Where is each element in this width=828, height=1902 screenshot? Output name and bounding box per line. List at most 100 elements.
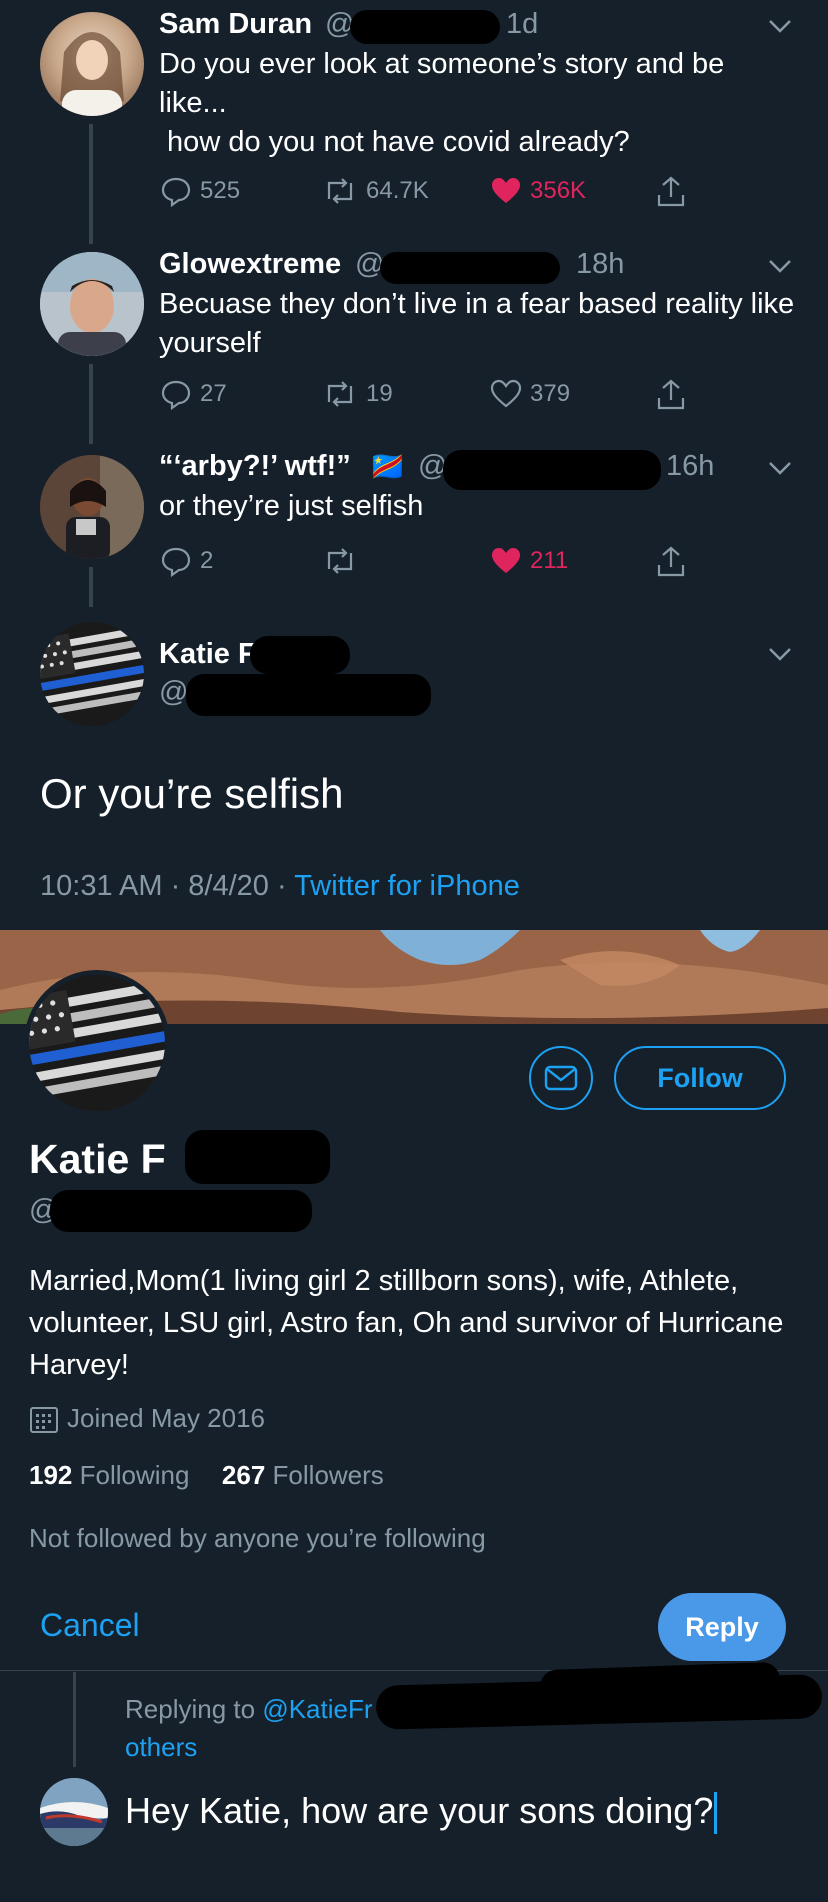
redaction (350, 10, 500, 44)
tweet-time: 1d (506, 8, 539, 40)
composer-text-input[interactable]: Hey Katie, how are your sons doing? (125, 1790, 718, 1835)
reply-button-label: Reply (685, 1611, 759, 1642)
message-button[interactable] (529, 1046, 593, 1110)
following-link[interactable]: 192 Following (29, 1460, 189, 1490)
reply-icon (161, 547, 191, 577)
tweet-text-line: how do you not have covid already? (159, 126, 630, 158)
composer-thread-line (73, 1672, 76, 1767)
author-name[interactable]: Glowextreme (159, 248, 341, 281)
like-count: 211 (530, 547, 569, 574)
share-icon[interactable] (655, 175, 687, 209)
cancel-button[interactable]: Cancel (40, 1607, 140, 1644)
tweet-text-line: or they’re just selfish (159, 490, 424, 522)
retweet-icon (327, 381, 353, 407)
heart-filled-icon (492, 548, 520, 573)
main-tweet-text: Or you’re selfish (40, 770, 344, 817)
followers-label: Followers (272, 1460, 384, 1490)
envelope-icon (544, 1065, 578, 1091)
tweet-time: 16h (666, 450, 715, 482)
chevron-down-icon[interactable] (766, 640, 794, 668)
tweet-text: Do you ever look at someone’s story and … (159, 45, 799, 162)
avatar-sam-duran[interactable] (40, 12, 144, 116)
reply-button[interactable]: Reply (658, 1593, 786, 1661)
thread-connector (89, 124, 93, 244)
tweet-text-line: Becuase they don’t live in a fear based … (159, 288, 795, 359)
replying-to-handle[interactable]: @KatieFr (262, 1694, 372, 1724)
reply-count: 525 (200, 177, 241, 204)
like-count: 356K (530, 177, 587, 204)
follow-stats: 192 Following 267 Followers (29, 1460, 384, 1491)
reply-icon (161, 177, 191, 207)
chevron-down-icon[interactable] (766, 12, 794, 40)
followers-count: 267 (221, 1460, 266, 1490)
reply-action[interactable]: 2 (160, 545, 213, 577)
share-icon[interactable] (655, 378, 687, 412)
like-action[interactable]: 356K (490, 175, 586, 207)
retweet-icon (327, 548, 353, 574)
following-label: Following (79, 1460, 190, 1490)
profile-card: Follow Katie F @ Married,Mom(1 living gi… (0, 930, 828, 1670)
joined-row: Joined May 2016 (29, 1403, 265, 1434)
follow-button[interactable]: Follow (614, 1046, 786, 1110)
reply-count: 27 (200, 380, 227, 407)
retweet-action[interactable]: 19 (322, 378, 393, 410)
like-action[interactable]: 379 (490, 378, 570, 410)
chevron-down-icon[interactable] (766, 454, 794, 482)
followers-link[interactable]: 267 Followers (222, 1460, 384, 1490)
heart-filled-icon (492, 178, 520, 203)
retweet-icon (327, 178, 353, 204)
joined-date: Joined May 2016 (67, 1403, 266, 1433)
text-cursor (714, 1792, 718, 1835)
not-followed-text: Not followed by anyone you’re following (29, 1523, 486, 1553)
tweet-source-link[interactable]: Twitter for iPhone (294, 870, 520, 902)
redaction (250, 636, 350, 674)
draft-text: Hey Katie, how are your sons doing? (125, 1790, 714, 1831)
thread-connector (89, 364, 93, 444)
profile-bio: Married,Mom(1 living girl 2 stillborn so… (29, 1265, 784, 1381)
author-name[interactable]: Sam Duran (159, 8, 312, 41)
retweet-action[interactable]: 64.7K (322, 175, 429, 207)
avatar-glowextreme[interactable] (40, 252, 144, 356)
replying-to-others[interactable]: others (125, 1728, 805, 1766)
retweet-action[interactable] (322, 545, 366, 577)
reply-action[interactable]: 525 (160, 175, 240, 207)
tweet-meta: 10:31 AM · 8/4/20 · Twitter for iPhone (40, 870, 520, 903)
tweet-text-line: Do you ever look at someone’s story and … (159, 48, 725, 119)
heart-outline-icon (490, 379, 522, 408)
author-name[interactable]: “‘arby?!’ wtf!” (159, 450, 351, 483)
tweet-timestamp: 10:31 AM · 8/4/20 · (40, 870, 295, 902)
like-action[interactable]: 211 (490, 545, 568, 577)
thread-tweet-3[interactable]: “‘arby?!’ wtf!” 🇨🇩 @ 16h or they’re just… (0, 445, 828, 610)
composer-toolbar: Cancel Reply (0, 1585, 828, 1671)
reply-action[interactable]: 27 (160, 378, 227, 410)
tweet-text: or they’re just selfish (159, 487, 799, 526)
author-name[interactable]: Katie F (159, 638, 256, 671)
redaction (185, 1130, 330, 1184)
redaction (380, 252, 560, 284)
like-count: 379 (530, 380, 571, 407)
main-tweet: Katie F @ Or you’re selfish 10:31 AM · 8… (0, 612, 828, 930)
reply-count: 2 (200, 547, 214, 574)
redaction (186, 674, 431, 716)
calendar-icon (30, 1406, 58, 1433)
chevron-down-icon[interactable] (766, 252, 794, 280)
tweet-time: 18h (576, 248, 625, 280)
thread-connector (89, 567, 93, 607)
avatar-arby[interactable] (40, 455, 144, 559)
retweet-count: 64.7K (366, 177, 429, 204)
thread-tweet-1[interactable]: Sam Duran @ 1d Do you ever look at someo… (0, 0, 828, 244)
redaction (443, 450, 661, 490)
share-icon[interactable] (655, 545, 687, 579)
profile-avatar[interactable] (24, 970, 170, 1116)
replying-to-prefix: Replying to (125, 1694, 263, 1724)
avatar-katie[interactable] (40, 622, 144, 726)
composer-avatar[interactable] (40, 1778, 108, 1846)
follow-button-label: Follow (657, 1062, 743, 1093)
handle-prefix: @ (159, 676, 189, 708)
reply-icon (161, 380, 191, 410)
thread-tweet-2[interactable]: Glowextreme @ 18h Becuase they don’t liv… (0, 240, 828, 444)
flag-emoji: 🇨🇩 (370, 451, 405, 482)
tweet-text: Becuase they don’t live in a fear based … (159, 285, 799, 363)
retweet-count: 19 (366, 380, 393, 407)
redaction (50, 1190, 312, 1232)
